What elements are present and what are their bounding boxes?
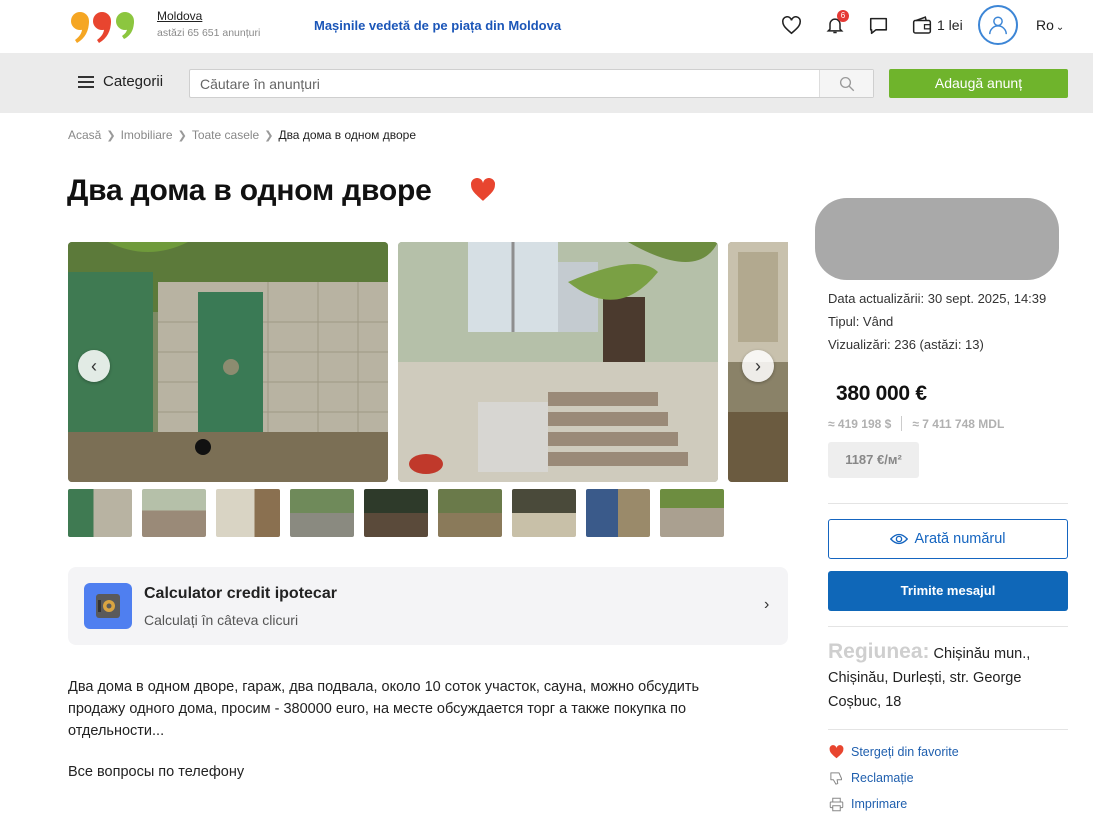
thumbnail[interactable]	[512, 489, 576, 537]
thumbnail[interactable]	[438, 489, 502, 537]
breadcrumb-home[interactable]: Acasă	[68, 128, 101, 142]
thumbnail[interactable]	[68, 489, 132, 537]
region-selector[interactable]: Moldova astăzi 65 651 anunțuri	[157, 9, 260, 39]
seller-info-placeholder	[815, 198, 1059, 280]
listing-price: 380 000 €	[836, 382, 927, 405]
chevron-right-icon: ›	[764, 596, 770, 613]
breadcrumb-current: Два дома в одном дворе	[278, 128, 417, 142]
breadcrumb: Acasă ❯ Imobiliare ❯ Toate casele ❯ Два …	[68, 128, 416, 142]
hamburger-menu-icon	[78, 75, 94, 88]
updated-date: Data actualizării: 30 sept. 2025, 14:39	[828, 291, 1047, 306]
add-listing-button[interactable]: Adaugă anunț	[889, 69, 1068, 98]
alternative-prices: ≈ 419 198 $ ≈ 7 411 748 MDL	[828, 416, 1004, 431]
gallery-photo[interactable]	[68, 242, 388, 482]
language-label: Ro	[1036, 17, 1054, 33]
thumbnail[interactable]	[290, 489, 354, 537]
favorites-heart-icon[interactable]	[778, 12, 804, 38]
divider	[828, 729, 1068, 730]
region-listing-count: astăzi 65 651 anunțuri	[157, 27, 261, 39]
language-selector[interactable]: Ro ⌄	[1036, 17, 1064, 33]
favorite-heart-icon[interactable]	[470, 177, 496, 202]
price-usd: ≈ 419 198 $	[828, 416, 892, 431]
gallery-prev-button[interactable]: ‹	[78, 350, 110, 382]
thumbnail[interactable]	[216, 489, 280, 537]
chevron-right-icon: ❯	[264, 129, 274, 142]
chevron-right-icon: ›	[755, 355, 761, 376]
user-avatar[interactable]	[978, 5, 1018, 45]
show-number-button[interactable]: Arată numărul	[828, 519, 1068, 559]
search-field[interactable]	[189, 69, 874, 98]
user-icon	[989, 16, 1007, 35]
categories-label: Categorii	[103, 73, 164, 90]
chevron-right-icon: ❯	[106, 129, 116, 142]
listing-type: Tipul: Vând	[828, 314, 894, 329]
chevron-left-icon: ‹	[91, 355, 97, 376]
wallet-icon[interactable]	[909, 12, 935, 38]
thumbnail[interactable]	[364, 489, 428, 537]
notifications-count-badge: 6	[837, 10, 849, 22]
listing-title: Два дома в одном дворе	[67, 174, 432, 207]
categories-button[interactable]: Categorii	[78, 73, 163, 90]
search-button[interactable]	[819, 70, 873, 97]
printer-icon	[828, 796, 844, 812]
calculator-subtitle: Calculați în câteva clicuri	[144, 612, 299, 628]
gallery-next-button[interactable]: ›	[742, 350, 774, 382]
print-label: Imprimare	[851, 797, 908, 811]
thumbnail-strip	[68, 489, 724, 537]
eye-icon	[890, 533, 909, 545]
promo-link[interactable]: Mașinile vedetă de pe piața din Moldova	[314, 18, 561, 33]
breadcrumb-real-estate[interactable]: Imobiliare	[121, 128, 173, 142]
report-link[interactable]: Reclamație	[828, 770, 914, 786]
price-mdl: ≈ 7 411 748 MDL	[912, 416, 1005, 431]
send-message-button[interactable]: Trimite mesajul	[828, 571, 1068, 611]
views-count: Vizualizări: 236 (astăzi: 13)	[828, 337, 984, 352]
remove-favorite-link[interactable]: Stergeți din favorite	[828, 744, 959, 760]
divider	[828, 503, 1068, 504]
wallet-balance[interactable]: 1 lei	[937, 17, 963, 33]
heart-icon	[828, 744, 844, 760]
photo-gallery[interactable]	[68, 242, 788, 482]
region-name[interactable]: Moldova	[157, 9, 260, 23]
gallery-photo[interactable]	[398, 242, 718, 482]
region-label: Regiunea:	[828, 640, 930, 663]
safe-icon	[84, 583, 132, 629]
calculator-title: Calculator credit ipotecar	[144, 585, 337, 602]
search-bar: Categorii Adaugă anunț	[0, 53, 1093, 113]
report-label: Reclamație	[851, 771, 914, 785]
thumbnail[interactable]	[586, 489, 650, 537]
print-link[interactable]: Imprimare	[828, 796, 907, 812]
breadcrumb-all-houses[interactable]: Toate casele	[192, 128, 259, 142]
listing-description: Два дома в одном дворе, гараж, два подва…	[68, 679, 700, 739]
divider	[901, 416, 903, 431]
chevron-down-icon: ⌄	[1055, 22, 1065, 33]
chevron-right-icon: ❯	[177, 129, 187, 142]
search-input[interactable]	[190, 70, 818, 97]
site-logo[interactable]	[70, 10, 138, 46]
top-header: Moldova astăzi 65 651 anunțuri Mașinile …	[0, 0, 1093, 53]
thumbnail[interactable]	[142, 489, 206, 537]
mortgage-calculator-card[interactable]: Calculator credit ipotecar Calculați în …	[68, 567, 788, 645]
divider	[828, 626, 1068, 627]
thumbnail[interactable]	[660, 489, 724, 537]
remove-favorite-label: Stergeți din favorite	[851, 745, 959, 759]
messages-chat-icon[interactable]	[865, 12, 891, 38]
show-number-label: Arată numărul	[914, 531, 1006, 547]
price-per-square-meter: 1187 €/м²	[828, 442, 919, 478]
thumbs-down-icon	[828, 770, 844, 786]
region-info: Regiunea: Chișinău mun., Chișinău, Durle…	[828, 640, 1068, 714]
listing-description-contact: Все вопросы по телефону	[68, 764, 245, 780]
search-icon	[839, 76, 854, 91]
